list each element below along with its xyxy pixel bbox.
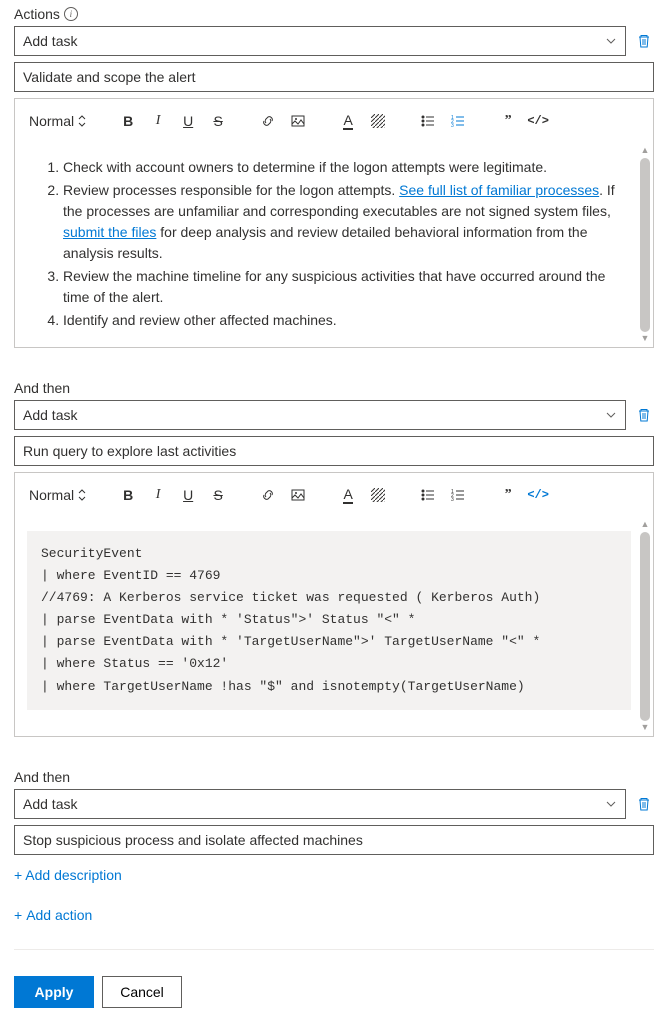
- and-then-label: And then: [14, 747, 654, 789]
- scroll-thumb[interactable]: [640, 158, 650, 332]
- italic-button[interactable]: I: [144, 481, 172, 509]
- task-title-value: Stop suspicious process and isolate affe…: [23, 832, 363, 848]
- text-color-button[interactable]: A: [334, 107, 362, 135]
- task-type-value: Add task: [23, 796, 77, 812]
- task-type-value: Add task: [23, 33, 77, 49]
- scroll-down-icon[interactable]: ▼: [638, 721, 652, 735]
- scroll-thumb[interactable]: [640, 532, 650, 721]
- task-title-value: Run query to explore last activities: [23, 443, 236, 459]
- plus-icon: +: [14, 907, 22, 923]
- scrollbar[interactable]: ▲ ▼: [638, 518, 652, 735]
- rich-text-editor: Normal B I U S A 123 ” </> Check with ac…: [14, 98, 654, 348]
- editor-content[interactable]: SecurityEvent | where EventID == 4769 //…: [15, 517, 653, 736]
- task-type-select[interactable]: Add task: [14, 26, 626, 56]
- task-type-select[interactable]: Add task: [14, 789, 626, 819]
- bullet-list-button[interactable]: [414, 107, 442, 135]
- task-title-input[interactable]: Stop suspicious process and isolate affe…: [14, 825, 654, 855]
- code-block: SecurityEvent | where EventID == 4769 //…: [27, 531, 631, 710]
- highlight-button[interactable]: [364, 107, 392, 135]
- actions-header: Actions i: [14, 0, 654, 26]
- link-button[interactable]: [254, 107, 282, 135]
- chevron-down-icon: [605, 409, 617, 421]
- task-title-input[interactable]: Validate and scope the alert: [14, 62, 654, 92]
- delete-action-button[interactable]: [634, 405, 654, 425]
- editor-toolbar: Normal B I U S A 123 ” </>: [15, 473, 653, 517]
- editor-toolbar: Normal B I U S A 123 ” </>: [15, 99, 653, 143]
- task-type-select[interactable]: Add task: [14, 400, 626, 430]
- quote-button[interactable]: ”: [494, 481, 522, 509]
- format-select[interactable]: Normal: [23, 483, 92, 507]
- cancel-button[interactable]: Cancel: [102, 976, 182, 1008]
- and-then-label: And then: [14, 358, 654, 400]
- strike-button[interactable]: S: [204, 107, 232, 135]
- actions-title: Actions: [14, 6, 60, 22]
- add-description-link[interactable]: + Add description: [14, 861, 122, 889]
- svg-text:3: 3: [451, 497, 454, 503]
- highlight-button[interactable]: [364, 481, 392, 509]
- divider: [14, 949, 654, 950]
- rich-text-editor: Normal B I U S A 123 ” </> SecurityEvent…: [14, 472, 654, 737]
- strike-button[interactable]: S: [204, 481, 232, 509]
- info-icon[interactable]: i: [64, 7, 78, 21]
- apply-button[interactable]: Apply: [14, 976, 94, 1008]
- italic-button[interactable]: I: [144, 107, 172, 135]
- footer-buttons: Apply Cancel: [14, 976, 654, 1008]
- svg-text:3: 3: [451, 123, 454, 129]
- submit-files-link[interactable]: submit the files: [63, 224, 156, 240]
- underline-button[interactable]: U: [174, 107, 202, 135]
- chevron-down-icon: [605, 798, 617, 810]
- quote-button[interactable]: ”: [494, 107, 522, 135]
- bold-button[interactable]: B: [114, 481, 142, 509]
- code-button[interactable]: </>: [524, 481, 552, 509]
- scroll-down-icon[interactable]: ▼: [638, 332, 652, 346]
- bullet-list-button[interactable]: [414, 481, 442, 509]
- task-title-input[interactable]: Run query to explore last activities: [14, 436, 654, 466]
- number-list-button[interactable]: 123: [444, 107, 472, 135]
- image-button[interactable]: [284, 481, 312, 509]
- delete-action-button[interactable]: [634, 794, 654, 814]
- underline-button[interactable]: U: [174, 481, 202, 509]
- chevron-down-icon: [605, 35, 617, 47]
- task-type-value: Add task: [23, 407, 77, 423]
- editor-content[interactable]: Check with account owners to determine i…: [15, 143, 653, 347]
- link-button[interactable]: [254, 481, 282, 509]
- scroll-up-icon[interactable]: ▲: [638, 518, 652, 532]
- text-color-button[interactable]: A: [334, 481, 362, 509]
- familiar-processes-link[interactable]: See full list of familiar processes: [399, 182, 599, 198]
- number-list-button[interactable]: 123: [444, 481, 472, 509]
- image-button[interactable]: [284, 107, 312, 135]
- bold-button[interactable]: B: [114, 107, 142, 135]
- task-title-value: Validate and scope the alert: [23, 69, 196, 85]
- delete-action-button[interactable]: [634, 31, 654, 51]
- scrollbar[interactable]: ▲ ▼: [638, 144, 652, 346]
- format-select[interactable]: Normal: [23, 109, 92, 133]
- code-button[interactable]: </>: [524, 107, 552, 135]
- scroll-up-icon[interactable]: ▲: [638, 144, 652, 158]
- add-action-link[interactable]: + Add action: [14, 901, 92, 929]
